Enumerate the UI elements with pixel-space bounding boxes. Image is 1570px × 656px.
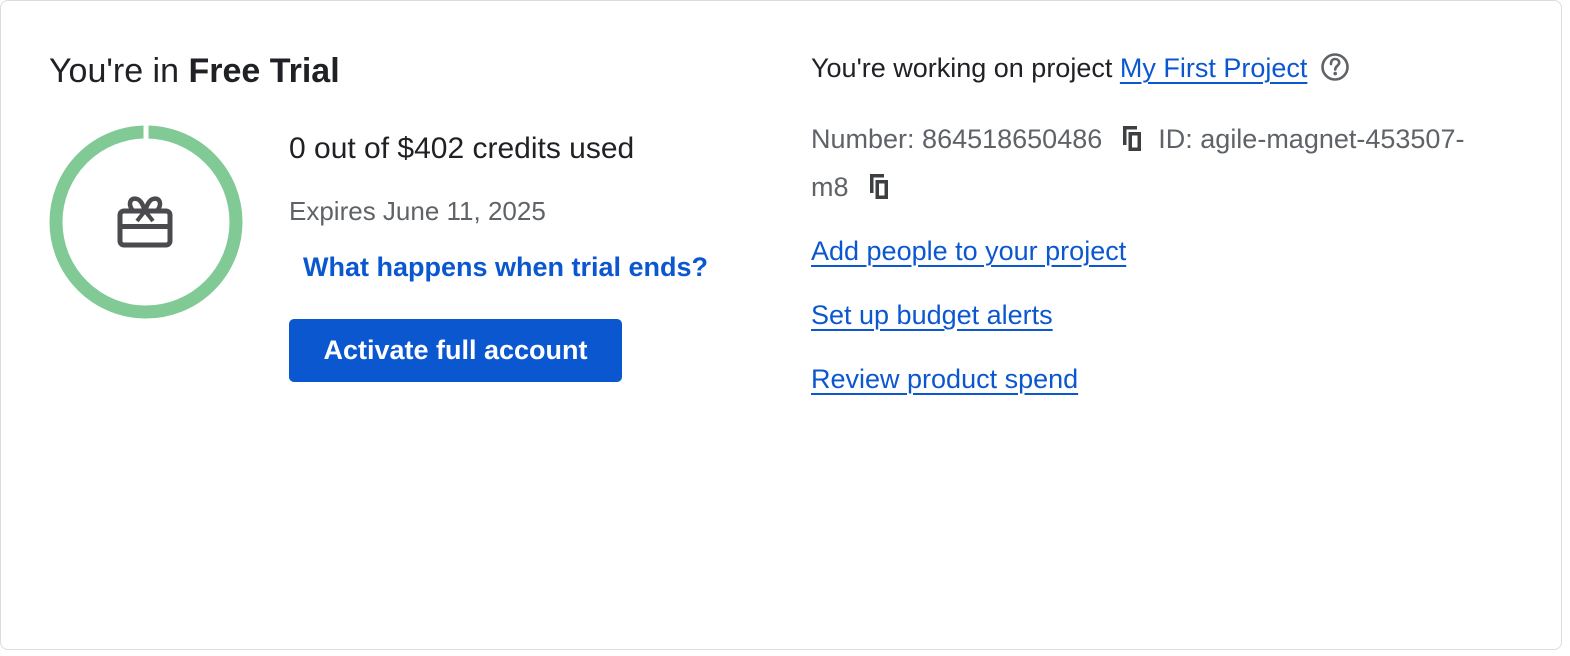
help-circle-icon[interactable] xyxy=(1319,51,1351,83)
trial-section: You're in Free Trial 0 out of $402 credi… xyxy=(49,47,749,447)
expiration-date: Expires June 11, 2025 xyxy=(289,196,546,226)
project-name-link[interactable]: My First Project xyxy=(1120,53,1308,83)
credits-used-text: 0 out of $402 credits used xyxy=(289,132,635,165)
project-working-label: You're working on project xyxy=(811,53,1113,83)
trial-title-status: Free Trial xyxy=(188,52,340,90)
project-number-label: Number: xyxy=(811,124,915,154)
project-number-value: 864518650486 xyxy=(922,124,1103,154)
project-identifiers: Number: 864518650486 ID: agile-magnet-45… xyxy=(811,115,1501,211)
review-spend-link[interactable]: Review product spend xyxy=(811,361,1078,397)
budget-alerts-link[interactable]: Set up budget alerts xyxy=(811,297,1053,333)
trial-title-prefix: You're in xyxy=(49,52,180,90)
project-section: You're working on project My First Proje… xyxy=(811,47,1531,447)
trial-title: You're in Free Trial xyxy=(49,51,340,91)
card-giftcard-icon xyxy=(117,196,173,248)
activate-full-account-button[interactable]: Activate full account xyxy=(289,319,622,382)
copy-number-icon[interactable] xyxy=(1116,122,1148,154)
add-people-link[interactable]: Add people to your project xyxy=(811,233,1126,269)
project-header: You're working on project My First Proje… xyxy=(811,49,1351,87)
trial-ends-link[interactable]: What happens when trial ends? xyxy=(303,249,708,285)
project-id-label: ID: xyxy=(1158,124,1193,154)
free-trial-card: You're in Free Trial 0 out of $402 credi… xyxy=(0,0,1562,650)
copy-id-icon[interactable] xyxy=(863,170,895,202)
